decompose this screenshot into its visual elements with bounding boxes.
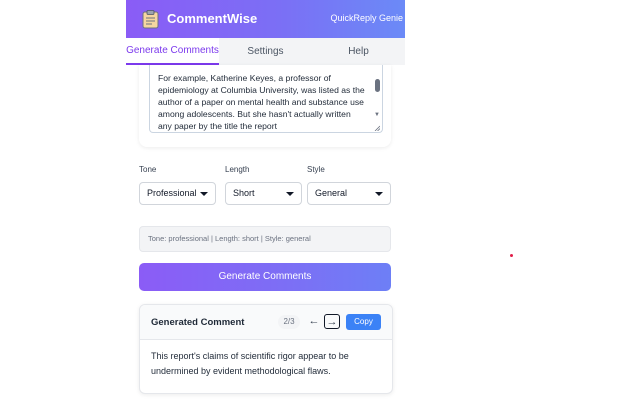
previous-comment-button[interactable]: ← (306, 314, 322, 329)
clipboard-icon (142, 10, 159, 29)
tone-select-value: Professional (147, 188, 197, 198)
result-title: Generated Comment (151, 317, 245, 328)
length-label: Length (225, 165, 250, 174)
cursor-dot (510, 254, 513, 257)
textarea-scrollbar[interactable] (375, 79, 380, 92)
settings-summary: Tone: professional | Length: short | Sty… (139, 226, 391, 252)
tab-bar: Generate Comments Settings Help (126, 38, 405, 65)
copy-button[interactable]: Copy (346, 314, 381, 330)
chevron-down-icon (375, 192, 383, 196)
result-header: Generated Comment 2/3 ← → Copy (140, 305, 392, 340)
next-comment-button[interactable]: → (324, 314, 340, 329)
style-select[interactable]: General (307, 182, 391, 205)
tab-help[interactable]: Help (312, 38, 405, 65)
style-select-value: General (315, 188, 348, 198)
length-select[interactable]: Short (225, 182, 302, 205)
style-label: Style (307, 165, 325, 174)
app-title: CommentWise (167, 11, 258, 26)
source-text-input[interactable]: For example, Katherine Keyes, a professo… (149, 65, 383, 133)
source-text-content: For example, Katherine Keyes, a professo… (158, 73, 365, 131)
resize-grip-icon[interactable] (374, 125, 380, 131)
tab-settings[interactable]: Settings (219, 38, 312, 65)
generate-comments-button[interactable]: Generate Comments (139, 263, 391, 291)
input-card: For example, Katherine Keyes, a professo… (139, 65, 391, 147)
result-card: Generated Comment 2/3 ← → Copy This repo… (139, 304, 393, 394)
tab-generate-comments[interactable]: Generate Comments (126, 38, 219, 65)
tone-label: Tone (139, 165, 157, 174)
scroll-down-icon[interactable]: ▼ (374, 112, 380, 118)
header-bar: CommentWise QuickReply Genie (126, 0, 405, 38)
generated-comment-text: This report's claims of scientific rigor… (151, 351, 349, 376)
chevron-down-icon (286, 192, 294, 196)
chevron-down-icon (200, 192, 208, 196)
app-subtitle: QuickReply Genie (330, 13, 403, 23)
tone-select[interactable]: Professional (139, 182, 216, 205)
comment-counter: 2/3 (278, 315, 300, 329)
extension-popup: CommentWise QuickReply Genie Generate Co… (126, 0, 405, 400)
length-select-value: Short (233, 188, 255, 198)
